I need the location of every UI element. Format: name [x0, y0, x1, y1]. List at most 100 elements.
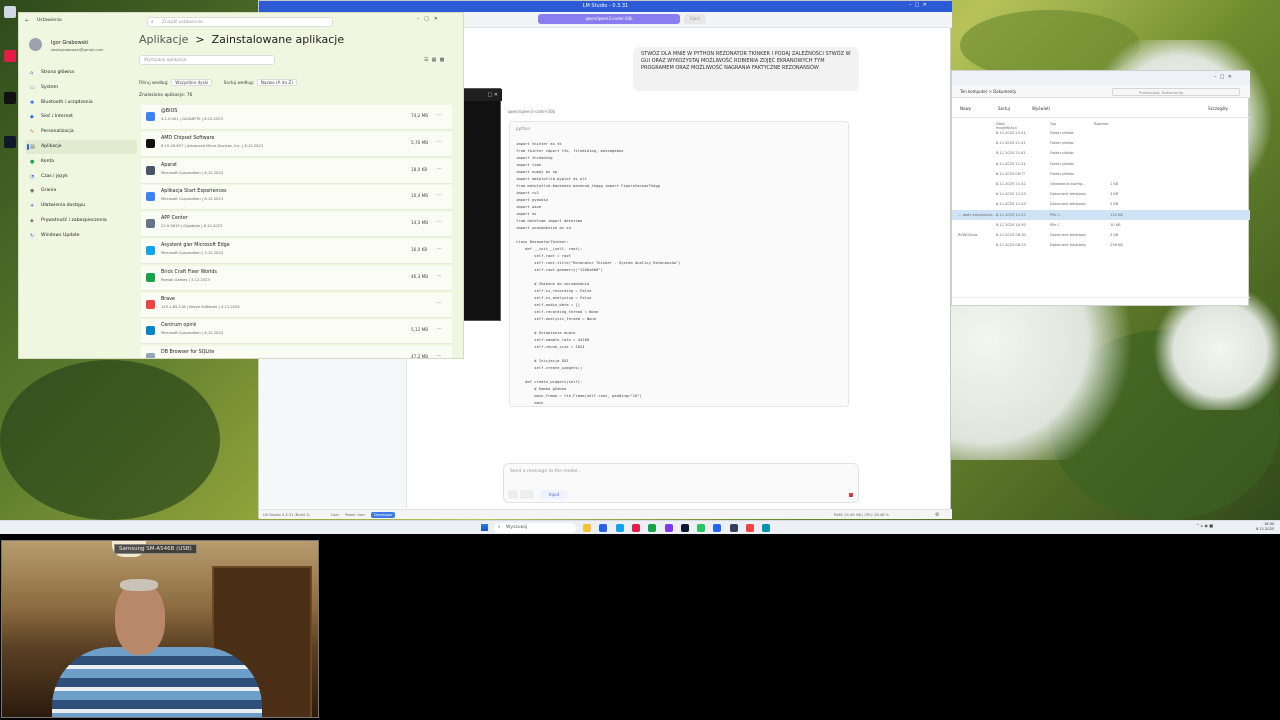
file-row[interactable]: 8.11.2025 11:03 Dokument tekstowy 5 KB	[952, 199, 1250, 209]
file-row[interactable]: 8.11.2025 21:41 Folder plików	[952, 128, 1250, 138]
header-size[interactable]: Rozmiar	[1094, 122, 1109, 126]
more-icon[interactable]: ···	[437, 326, 442, 332]
view-toggle-icons[interactable]: ☰ ▦ ▩	[424, 57, 444, 63]
taskbar-search[interactable]: ⌕ Wyszukaj	[494, 523, 576, 533]
explorer-search[interactable]: Przeszukaj: Dokumenty	[1112, 88, 1240, 96]
sort-dropdown[interactable]: Nazwa (A do Z)	[256, 79, 297, 86]
message-input[interactable]: Send a message to the model... Input	[503, 463, 859, 503]
more-icon[interactable]: ···	[437, 219, 442, 225]
desktop-icon[interactable]	[4, 92, 16, 104]
stop-icon[interactable]	[849, 493, 853, 497]
more-icon[interactable]: ···	[437, 353, 442, 358]
taskbar-app-icon[interactable]	[713, 524, 722, 532]
tools-button[interactable]	[520, 490, 534, 499]
taskbar-app-icon[interactable]	[680, 524, 689, 532]
sidebar-item[interactable]: ✱ Bluetooth i urządzenia	[25, 96, 137, 110]
sidebar-item[interactable]: ▤ Aplikacje	[25, 140, 137, 154]
more-icon[interactable]: ···	[437, 166, 442, 172]
taskbar-app-icon[interactable]	[762, 524, 771, 532]
more-icon[interactable]: ···	[437, 112, 442, 118]
more-icon[interactable]: ···	[437, 192, 442, 198]
taskbar-app-icon[interactable]	[648, 524, 657, 532]
sidebar-item[interactable]: ✎ Personalizacja	[25, 125, 137, 139]
more-icon[interactable]: ···	[437, 246, 442, 252]
taskbar-app-icon[interactable]	[615, 524, 624, 532]
system-tray[interactable]: ^ ⌂ ◉ ■	[1196, 523, 1213, 528]
taskbar-app-icon[interactable]	[599, 524, 608, 532]
file-row[interactable]: 8.11.2025 21:41 Folder plików	[952, 148, 1250, 158]
app-row[interactable]: Centrum opinii Microsoft Corporation | 8.…	[141, 319, 452, 345]
desktop-icon[interactable]	[4, 6, 16, 18]
settings-search[interactable]: ⌕ Znajdź ustawienie	[147, 17, 333, 27]
mode-power-user[interactable]: Power User	[345, 510, 365, 520]
window-controls[interactable]: – □ ✕	[1214, 74, 1232, 80]
sidebar-item[interactable]: ◉ Granie	[25, 184, 137, 198]
sidebar-item[interactable]: ↻ Windows Update	[25, 229, 137, 243]
taskbar-app-icon[interactable]	[697, 524, 706, 532]
window-controls[interactable]: □ ✕	[464, 89, 502, 101]
sidebar-item[interactable]: ⌂ Strona główna	[25, 66, 137, 80]
file-row[interactable]: 8.11.2025 11:03 Dokument tekstowy 3 KB	[952, 189, 1250, 199]
mode-user[interactable]: User	[331, 510, 339, 520]
app-row[interactable]: Asystent gier Microsoft Edge Microsoft Co…	[141, 239, 452, 264]
more-icon[interactable]: ···	[437, 139, 442, 145]
app-row[interactable]: Aparat Microsoft Corporation | 8.12.2023 1…	[141, 158, 452, 184]
file-row[interactable]: 8.11.2025 06:?? Folder plików	[952, 169, 1250, 179]
input-chip[interactable]: Input	[540, 490, 568, 499]
taskbar-app-icon[interactable]	[664, 524, 673, 532]
app-row[interactable]: @BIOS 4.1.0.001 | GIGABYTE | 8.12.2023 74,…	[141, 105, 452, 130]
app-search-input[interactable]: Wyszukaj aplikacje	[139, 55, 275, 65]
back-icon[interactable]: ←	[25, 18, 29, 24]
breadcrumb-parent[interactable]: Aplikacje	[139, 33, 188, 46]
eject-button[interactable]: Eject	[684, 14, 706, 24]
desktop-icon[interactable]	[4, 136, 16, 148]
file-row[interactable]: 8.11.2025 21:42 Ustawienia konfig... 1 KB	[952, 179, 1250, 189]
taskbar-app-icon[interactable]	[631, 524, 640, 532]
mode-developer[interactable]: Developer	[371, 512, 396, 518]
more-icon[interactable]: ···	[437, 300, 442, 306]
settings-search-placeholder: Znajdź ustawienie	[162, 20, 203, 25]
file-row[interactable]: 8.11.2025 08:15 Dokument tekstowy 236 KB	[952, 240, 1250, 250]
sidebar-item-label: Konta	[41, 158, 55, 164]
sidebar-item[interactable]: ✦ Ułatwienia dostępu	[25, 199, 137, 213]
file-row[interactable]: 8.11.2025 10:50 Plik C 10 KB	[952, 220, 1250, 230]
file-row[interactable]: ... dady empamida... 8.11.2025 11:22 Plik …	[952, 209, 1250, 220]
sidebar-item[interactable]: ▭ System	[25, 81, 137, 95]
header-type[interactable]: Typ	[1050, 122, 1056, 126]
sort-label: Sortuj według:	[223, 80, 255, 85]
sidebar-item[interactable]: ◔ Czas i język	[25, 170, 137, 184]
app-name: Brick Craft Fixer Worlds	[161, 269, 217, 275]
app-row[interactable]: Brick Craft Fixer Worlds Pomak Games | 3.…	[141, 265, 452, 291]
taskbar-app-icon[interactable]	[729, 524, 738, 532]
details-button[interactable]: Szczegóły	[1208, 106, 1228, 111]
filter-dropdown[interactable]: Wszystkie dyski	[171, 79, 213, 86]
app-row[interactable]: Aplikacja Start Experiences Microsoft Cor…	[141, 185, 452, 211]
sidebar-item[interactable]: ◈ Prywatność i zabezpieczenia	[25, 214, 137, 228]
attach-button[interactable]	[508, 490, 518, 499]
view-button[interactable]: Wyświetl	[1032, 106, 1050, 111]
sidebar-item[interactable]: ◆ Sieć i Internet	[25, 110, 137, 124]
start-icon[interactable]	[481, 524, 488, 531]
window-controls[interactable]: – □ ✕	[909, 2, 927, 8]
sort-button[interactable]: Sortuj	[998, 106, 1010, 111]
more-icon[interactable]: ···	[437, 273, 442, 279]
clock[interactable]: 16:30 8.11.2025	[1256, 522, 1274, 532]
file-row[interactable]: REWOSzaz 8.11.2025 08:30 Dokument tekstowy…	[952, 230, 1250, 240]
sidebar-item[interactable]: ● Konta	[25, 155, 137, 169]
app-row[interactable]: DB Browser for SQLite 47,2 MB ···	[141, 346, 452, 358]
file-row[interactable]: 8.11.2025 21:41 Folder plików	[952, 159, 1250, 169]
avatar[interactable]	[29, 38, 42, 51]
file-row[interactable]: 8.11.2025 21:41 Folder plików	[952, 138, 1250, 148]
gear-icon[interactable]: ⚙	[935, 510, 939, 520]
new-button[interactable]: Nowy	[960, 106, 971, 111]
model-selector[interactable]: qwen/qwen3-coder-30b	[538, 14, 680, 24]
window-controls[interactable]: – □ ✕	[417, 16, 438, 22]
address-bar[interactable]: Ten komputer > Dokumenty Przeszukaj: Dok…	[952, 86, 1250, 98]
app-row[interactable]: APP Center 22.0.0615 | Gigabyte | 8.12.20…	[141, 212, 452, 238]
app-row[interactable]: AMD Chipset Software 6.10.26.657 | Advanc…	[141, 131, 452, 157]
desktop-icon[interactable]	[4, 50, 16, 62]
app-size: 74,2 MB	[411, 113, 429, 118]
taskbar-app-icon[interactable]	[746, 524, 754, 532]
taskbar-app-icon[interactable]	[583, 524, 591, 532]
app-row[interactable]: Brave 143.1.85.118 | Brave Software | 4.1…	[141, 292, 452, 318]
